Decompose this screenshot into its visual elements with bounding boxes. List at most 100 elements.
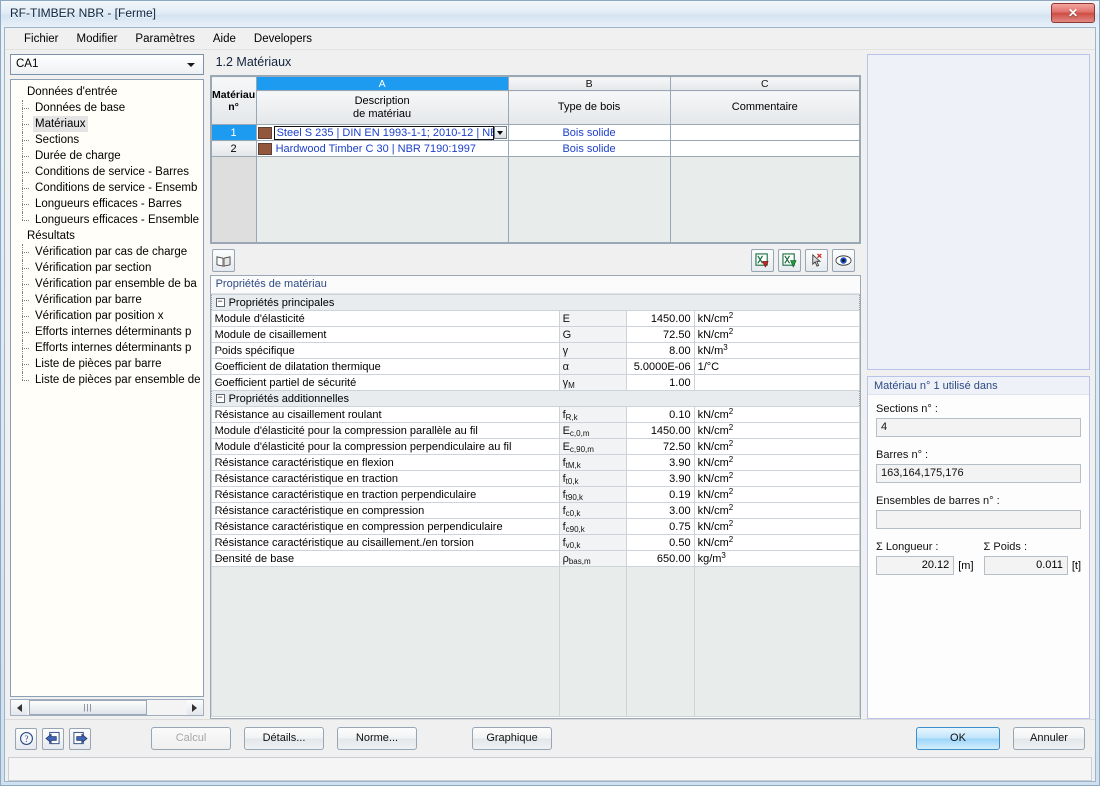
ok-button[interactable]: OK — [916, 727, 1000, 750]
menu-item-fichier[interactable]: Fichier — [15, 30, 68, 48]
tree-item-4[interactable]: Durée de charge — [11, 148, 203, 164]
tree-item-14[interactable]: Vérification par position x — [11, 308, 203, 324]
tree-horizontal-scrollbar[interactable]: ||| — [10, 699, 204, 716]
total-weight-field[interactable]: 0.011 — [983, 556, 1068, 575]
property-group-1[interactable]: − Propriétés additionnelles — [210, 390, 861, 407]
property-row[interactable]: Densité de base ρbas,m 650.00 kg/m3 — [210, 550, 861, 567]
material-description-1[interactable]: Steel S 235 | DIN EN 1993-1-1; 2010-12 |… — [273, 125, 494, 140]
cell-description-1[interactable]: Steel S 235 | DIN EN 1993-1-1; 2010-12 |… — [255, 124, 509, 141]
property-row[interactable]: Poids spécifique γ 8.00 kN/m3 — [210, 342, 861, 359]
property-row[interactable]: Résistance caractéristique en flexion ftM… — [210, 454, 861, 471]
load-case-combo[interactable]: CA1 — [10, 54, 204, 75]
material-library-button[interactable] — [211, 249, 235, 272]
property-value[interactable]: 0.19 — [625, 486, 695, 503]
close-button[interactable]: ✕ — [1051, 3, 1095, 23]
menu-item-aide[interactable]: Aide — [204, 30, 245, 48]
property-row[interactable]: Module de cisaillement G 72.50 kN/cm2 — [210, 326, 861, 343]
property-row[interactable]: Résistance caractéristique en compressio… — [210, 518, 861, 535]
material-description-2[interactable]: Hardwood Timber C 30 | NBR 7190:1997 — [274, 143, 508, 155]
property-value[interactable]: 0.10 — [625, 406, 695, 423]
total-length-field[interactable]: 20.12 — [876, 556, 955, 575]
cell-comment-2[interactable] — [669, 140, 861, 157]
tree-item-18[interactable]: Liste de pièces par ensemble de — [11, 372, 203, 388]
navigation-tree[interactable]: Données d'entrée Données de base Matériaux… — [10, 79, 204, 697]
property-value[interactable]: 0.75 — [625, 518, 695, 535]
row-number-1[interactable]: 1 — [210, 124, 257, 141]
property-row[interactable]: Coefficient partiel de sécurité γM 1.00 — [210, 374, 861, 391]
bars-field[interactable]: 163,164,175,176 — [876, 464, 1082, 483]
previous-page-button[interactable] — [42, 727, 64, 750]
cell-wood-type-2[interactable]: Bois solide — [507, 140, 671, 157]
tree-item-16[interactable]: Efforts internes déterminants p — [11, 340, 203, 356]
tree-item-3[interactable]: Sections — [11, 132, 203, 148]
property-row[interactable]: Module d'élasticité pour la compression … — [210, 438, 861, 455]
properties-scroll[interactable]: − Propriétés principales Module d'élastici… — [210, 294, 861, 718]
row-number-2[interactable]: 2 — [210, 140, 257, 157]
tree-item-5[interactable]: Conditions de service - Barres — [11, 164, 203, 180]
property-row[interactable]: Résistance caractéristique en compressio… — [210, 502, 861, 519]
property-value[interactable]: 1450.00 — [625, 422, 695, 439]
tree-item-10[interactable]: Vérification par cas de charge — [11, 244, 203, 260]
menu-item-developers[interactable]: Developers — [245, 30, 321, 48]
property-value[interactable]: 1450.00 — [625, 310, 695, 327]
menu-item-parametres[interactable]: Paramètres — [126, 30, 203, 48]
tree-item-1[interactable]: Données de base — [11, 100, 203, 116]
tree-item-0[interactable]: Données d'entrée — [11, 84, 203, 100]
export-to-excel-button[interactable] — [778, 249, 802, 272]
property-value[interactable]: 3.00 — [625, 502, 695, 519]
tree-item-15[interactable]: Efforts internes déterminants p — [11, 324, 203, 340]
tree-item-7[interactable]: Longueurs efficaces - Barres — [11, 196, 203, 212]
import-from-excel-button[interactable] — [751, 249, 775, 272]
column-letter-c[interactable]: C — [669, 76, 861, 91]
property-row[interactable]: Module d'élasticité E 1450.00 kN/cm2 — [210, 310, 861, 327]
property-value[interactable]: 5.0000E-06 — [625, 358, 695, 375]
collapse-icon[interactable]: − — [215, 298, 225, 308]
column-letter-a[interactable]: A — [255, 76, 509, 91]
tree-item-12[interactable]: Vérification par ensemble de ba — [11, 276, 203, 292]
help-button[interactable]: ? — [15, 727, 37, 750]
property-value[interactable]: 72.50 — [625, 438, 695, 455]
chevron-down-icon[interactable] — [183, 55, 200, 74]
material-dropdown-icon[interactable] — [493, 126, 507, 139]
tree-item-8[interactable]: Longueurs efficaces - Ensemble — [11, 212, 203, 228]
property-row[interactable]: Résistance caractéristique en traction p… — [210, 486, 861, 503]
property-value[interactable]: 1.00 — [625, 374, 695, 391]
scroll-left-button[interactable] — [11, 700, 27, 715]
property-value[interactable]: 8.00 — [625, 342, 695, 359]
scroll-right-button[interactable] — [186, 700, 203, 715]
property-value[interactable]: 650.00 — [625, 550, 695, 567]
bar-sets-field[interactable] — [876, 510, 1082, 529]
cell-description-2[interactable]: Hardwood Timber C 30 | NBR 7190:1997 — [255, 140, 509, 157]
tree-item-2[interactable]: Matériaux — [11, 116, 203, 132]
tree-item-17[interactable]: Liste de pièces par barre — [11, 356, 203, 372]
scroll-thumb[interactable]: ||| — [29, 700, 147, 715]
graphique-button[interactable]: Graphique — [472, 727, 552, 750]
tree-item-6[interactable]: Conditions de service - Ensemb — [11, 180, 203, 196]
cell-comment-1[interactable] — [669, 124, 861, 141]
calcul-button[interactable]: Calcul — [151, 727, 231, 750]
property-value[interactable]: 72.50 — [625, 326, 695, 343]
tree-item-9[interactable]: Résultats — [11, 228, 203, 244]
scroll-track[interactable]: ||| — [27, 700, 187, 715]
property-row[interactable]: Module d'élasticité pour la compression … — [210, 422, 861, 439]
view-material-button[interactable] — [832, 249, 856, 272]
property-group-0[interactable]: − Propriétés principales — [210, 294, 861, 311]
tree-item-13[interactable]: Vérification par barre — [11, 292, 203, 308]
column-letter-b[interactable]: B — [507, 76, 671, 91]
tree-item-11[interactable]: Vérification par section — [11, 260, 203, 276]
menu-item-modifier[interactable]: Modifier — [68, 30, 127, 48]
property-row[interactable]: Coefficient de dilatation thermique α 5.00… — [210, 358, 861, 375]
property-row[interactable]: Résistance au cisaillement roulant fR,k 0.… — [210, 406, 861, 423]
property-row[interactable]: Résistance caractéristique au cisailleme… — [210, 534, 861, 551]
material-preview-panel[interactable] — [867, 54, 1091, 370]
table-row[interactable]: 2 Hardwood Timber C 30 | NBR 7190:1997 B… — [210, 140, 861, 157]
norme-button[interactable]: Norme... — [337, 727, 417, 750]
property-row[interactable]: Résistance caractéristique en traction ft… — [210, 470, 861, 487]
pick-material-button[interactable] — [805, 249, 829, 272]
property-value[interactable]: 0.50 — [625, 534, 695, 551]
collapse-icon[interactable]: − — [215, 394, 225, 404]
sections-field[interactable]: 4 — [876, 418, 1082, 437]
details-button[interactable]: Détails... — [244, 727, 324, 750]
property-value[interactable]: 3.90 — [625, 454, 695, 471]
next-page-button[interactable] — [69, 727, 91, 750]
